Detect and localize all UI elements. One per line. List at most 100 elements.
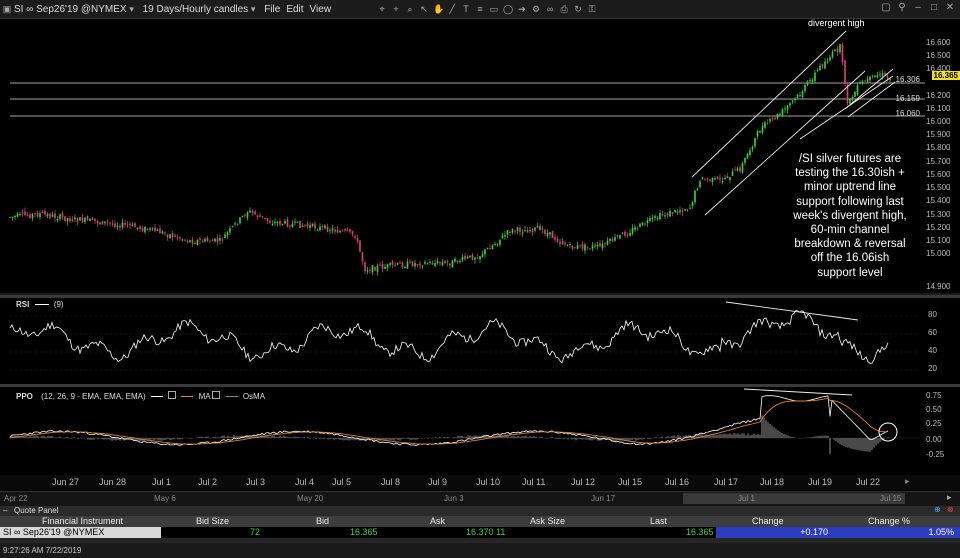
- candle-body: [99, 222, 101, 225]
- candle-body: [11, 216, 14, 218]
- osma-bar: [91, 438, 93, 440]
- chevron-down-icon[interactable]: ▾: [127, 4, 137, 14]
- osma-bar: [25, 436, 27, 438]
- candle-body: [131, 224, 134, 226]
- candle-body: [501, 235, 504, 239]
- osma-bar: [841, 438, 843, 446]
- candle-body: [754, 138, 756, 147]
- minimize-icon[interactable]: –: [912, 2, 924, 14]
- ellipse-icon[interactable]: ◯: [503, 4, 513, 14]
- time-axis[interactable]: Jun 27 Jun 28 Jul 1 Jul 2 Jul 3 Jul 4 Ju…: [0, 475, 960, 490]
- pointer-icon[interactable]: ↖: [419, 4, 429, 14]
- arrow-icon[interactable]: ➔: [517, 4, 527, 14]
- price-pane[interactable]: divergent high /SI silver futures are te…: [0, 18, 960, 295]
- osma-bar: [875, 438, 877, 446]
- osma-bar: [315, 438, 317, 439]
- rsi-chart[interactable]: [0, 298, 960, 384]
- symbol-icon[interactable]: ▣: [2, 4, 12, 14]
- rectangle-icon[interactable]: ▭: [489, 4, 499, 14]
- candle-body: [344, 229, 346, 231]
- menu-edit[interactable]: Edit: [286, 4, 303, 15]
- candle-body: [79, 217, 81, 221]
- candle-body: [564, 242, 566, 245]
- candle-body: [276, 222, 279, 224]
- ppo-pane[interactable]: PPO (12, 26, 9 - EMA, EMA, EMA) MA OsMA …: [0, 387, 960, 475]
- panel-close-icon[interactable]: ⊗: [947, 505, 954, 514]
- candle-body: [594, 245, 596, 247]
- candle-body: [39, 213, 41, 217]
- interval-selector[interactable]: 19 Days/Hourly candles: [143, 4, 249, 15]
- scroll-right-icon[interactable]: ▸: [905, 476, 910, 487]
- candle-body: [869, 76, 871, 81]
- price-tick: 16.500: [926, 51, 951, 60]
- candle-body: [41, 211, 44, 213]
- candle-body: [546, 233, 549, 237]
- osma-bar: [463, 436, 465, 438]
- candle-body: [886, 75, 889, 79]
- candle-body: [664, 215, 666, 217]
- print-icon[interactable]: ⎙: [559, 4, 569, 14]
- maximize-icon[interactable]: □: [928, 2, 940, 14]
- chart-tool-icon[interactable]: ⌖: [377, 4, 387, 14]
- zoom-icon[interactable]: ⌕: [405, 4, 415, 14]
- link-icon[interactable]: ∞: [545, 4, 555, 14]
- close-icon[interactable]: ✕: [944, 2, 956, 14]
- osma-bar: [639, 438, 641, 440]
- overview-scrollbar[interactable]: Apr 22 May 6 May 20 Jun 3 Jun 17 Jul 1 J…: [0, 491, 960, 506]
- osma-bar: [587, 438, 589, 440]
- trendline-icon[interactable]: ╱: [447, 4, 457, 14]
- scrollbar-thumb[interactable]: [683, 493, 905, 504]
- panel-add-icon[interactable]: ⊕: [934, 505, 941, 514]
- candle-body: [189, 240, 191, 243]
- quote-row[interactable]: SI ∞ Sep26'19 @NYMEX 72 16.365 16.370 11…: [0, 527, 960, 538]
- menu-view[interactable]: View: [310, 4, 332, 15]
- osma-bar: [855, 438, 857, 450]
- column-header[interactable]: Bid Size: [196, 516, 229, 527]
- fib-icon[interactable]: ≡: [475, 4, 485, 14]
- osma-bar: [733, 432, 735, 438]
- candle-body: [611, 239, 614, 242]
- ma-check-icon[interactable]: [212, 391, 221, 399]
- crosshair-icon[interactable]: +: [391, 4, 401, 14]
- column-header[interactable]: Ask: [430, 516, 445, 527]
- last-cell: 16.365: [686, 527, 714, 537]
- candle-body: [671, 212, 674, 214]
- scroll-right-icon[interactable]: ▸: [947, 492, 952, 503]
- candle-body: [299, 220, 301, 228]
- column-header[interactable]: Change: [752, 516, 784, 527]
- column-header[interactable]: Ask Size: [530, 516, 565, 527]
- candle-body: [814, 72, 816, 81]
- candle-body: [9, 216, 11, 218]
- refresh-icon[interactable]: ↻: [573, 4, 583, 14]
- ppo-check-icon[interactable]: [168, 391, 177, 399]
- osma-bar: [677, 435, 679, 438]
- osma-bar: [731, 434, 733, 438]
- column-header[interactable]: Bid: [316, 516, 329, 527]
- osma-bar: [445, 437, 447, 438]
- osma-bar: [87, 438, 89, 440]
- ppo-osma-label: OsMA: [242, 392, 266, 401]
- rsi-pane[interactable]: RSI (9) 80 60 40 20: [0, 298, 960, 384]
- osma-bar: [513, 435, 515, 438]
- hand-icon[interactable]: ✋: [433, 4, 444, 14]
- osma-bar: [679, 435, 681, 438]
- column-header[interactable]: Change %: [868, 516, 910, 527]
- candle-body: [456, 260, 459, 263]
- lock-icon[interactable]: ⚿: [587, 4, 597, 14]
- osma-bar: [511, 436, 513, 438]
- collapse-icon[interactable]: –: [3, 506, 7, 515]
- column-header[interactable]: Last: [650, 516, 667, 527]
- osma-bar: [721, 434, 723, 438]
- candle-body: [206, 237, 209, 242]
- menu-file[interactable]: File: [264, 4, 280, 15]
- chevron-down-icon[interactable]: ▾: [248, 4, 258, 14]
- pin-icon[interactable]: ⚲: [896, 2, 908, 14]
- symbol-selector[interactable]: SI ∞ Sep26'19 @NYMEX: [14, 4, 127, 15]
- settings-icon[interactable]: ⚙: [531, 4, 541, 14]
- osma-bar: [391, 438, 393, 441]
- instrument-cell[interactable]: SI ∞ Sep26'19 @NYMEX: [0, 527, 161, 538]
- text-tool-icon[interactable]: T: [461, 4, 471, 14]
- column-header[interactable]: Financial Instrument: [42, 516, 123, 527]
- restore-icon[interactable]: ▢: [880, 2, 892, 14]
- osma-bar: [853, 438, 855, 450]
